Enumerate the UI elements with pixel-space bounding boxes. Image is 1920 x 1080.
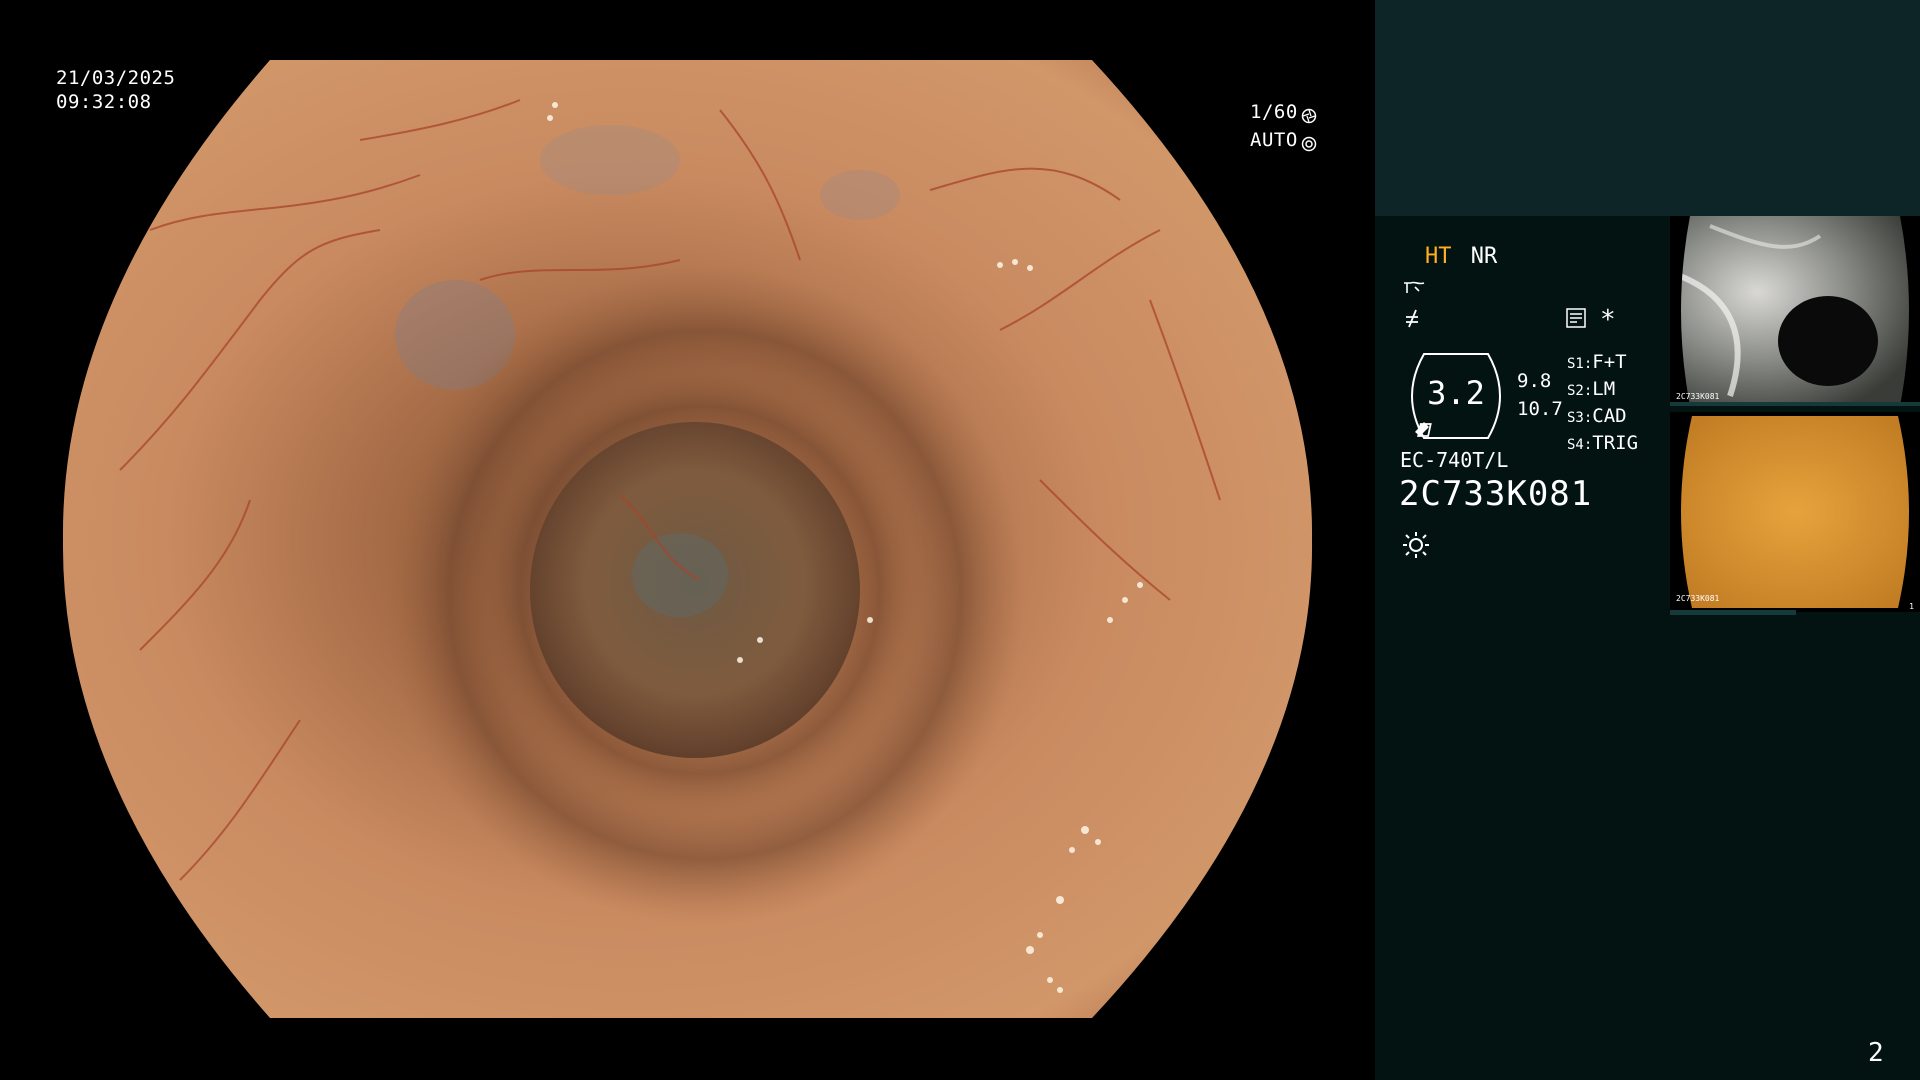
time-readout: 09:32:08 [56,91,152,113]
thumbnail-image[interactable]: 2C733K081 2 [1670,216,1920,406]
shutter-icon [1301,104,1317,124]
iris-icon [1301,132,1317,152]
mode-indicator: HT NR [1425,244,1497,269]
asterisk-indicator: * [1600,305,1616,335]
enhancement-icon [1402,276,1426,302]
iris-value: AUTO [1250,129,1298,151]
thumbnail-image[interactable]: 2C733K081 1 [1670,412,1920,612]
switch-item: S3:CAD [1567,405,1627,427]
side-value-1: 9.8 [1517,370,1552,392]
switch-item: S2:LM [1567,378,1616,400]
ht-label: HT [1425,244,1452,269]
switch-item: S1:F+T [1567,351,1627,373]
switch-item: S4:TRIG [1567,432,1639,454]
scope-model: EC-740T/L [1400,448,1509,472]
scope-serial: 2C733K081 [1399,474,1593,514]
info-panel-header [1375,0,1920,216]
shutter-value: 1/60 [1250,101,1298,123]
contrast-icon [1402,307,1426,334]
thumbnail-divider [1670,402,1920,406]
thumbnail-serial: 2C733K081 [1676,392,1720,401]
thumbnail-index: 1 [1909,602,1914,611]
thumbnail-serial: 2C733K081 [1676,594,1720,603]
zoom-badge: 3.2 [1400,352,1512,440]
endoscope-image [62,60,1313,1018]
shutter-readout: 1/60 [1250,98,1317,126]
memory-icon [1565,307,1587,333]
page-number: 2 [1868,1038,1884,1068]
endoscope-view: 21/03/2025 09:32:08 1/60 AUTO [0,0,1375,1080]
side-value-2: 10.7 [1517,398,1563,420]
zoom-value: 3.2 [1427,374,1485,412]
switch-list: S1:F+T S2:LM S3:CAD S4:TRIG [1567,350,1638,458]
nr-label: NR [1470,244,1498,269]
brightness-icon [1401,530,1431,564]
iris-readout: AUTO [1250,126,1317,154]
thumbnail-progress-bar [1670,610,1796,615]
